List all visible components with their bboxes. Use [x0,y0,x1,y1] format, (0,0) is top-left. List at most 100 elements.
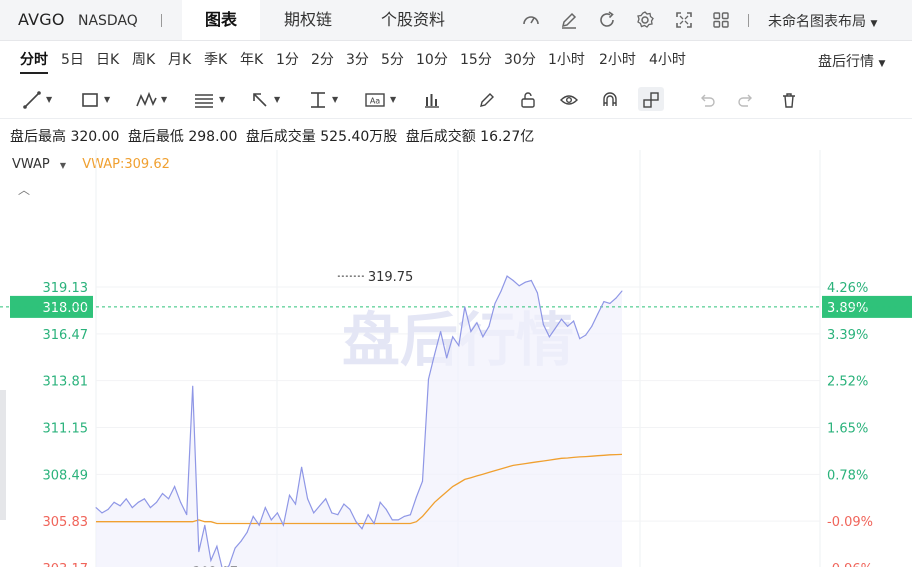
period-item[interactable]: 2小时 [599,49,636,69]
price-point [264,507,266,509]
session-selector[interactable]: 盘后行情 ▼ [818,51,885,71]
period-item[interactable]: 分时 [20,49,48,69]
price-point [409,514,411,516]
price-point [464,306,466,308]
drawing-toolbar: ▼ ▼ ▼ ▼ ▼ ▼ Aa ▼ [0,80,912,119]
pencil-icon[interactable] [559,10,579,30]
price-point [446,357,448,359]
current-percent-text: 3.89% [827,301,868,316]
eye-icon[interactable] [559,87,579,111]
divider [748,14,749,27]
tab-chart[interactable]: 图表 [182,0,260,40]
period-item[interactable]: 3分 [346,49,369,69]
price-point [174,485,176,488]
price-point [198,551,200,553]
y-tick-label-percent: -0.09% [827,515,873,530]
price-point [530,279,532,282]
price-point [301,466,303,468]
price-point [397,519,399,521]
lock-icon[interactable] [518,87,538,111]
price-point [488,325,490,327]
price-point [137,501,139,503]
price-point [204,524,206,526]
line-tool-icon[interactable]: ▼ [22,87,52,111]
high-value: 320.00 [70,129,120,145]
intraday-chart[interactable]: 盘后行情 319.13316.47313.81311.15308.49305.8… [0,150,912,567]
price-point [518,285,520,287]
price-point [246,531,248,533]
price-point [440,330,442,333]
period-item[interactable]: 月K [168,49,191,69]
price-point [101,512,103,514]
price-point [186,514,188,516]
gauge-icon[interactable] [521,10,541,30]
period-item[interactable]: 年K [240,49,263,69]
period-item[interactable]: 2分 [311,49,334,69]
period-item[interactable]: 15分 [460,49,492,69]
period-item[interactable]: 周K [132,49,155,69]
price-point [319,505,321,507]
current-price-text: 318.00 [43,301,89,316]
arrow-tool-icon[interactable]: ▼ [250,87,280,111]
low-label: 盘后最低 [127,129,184,145]
price-point [434,353,436,355]
magnet-icon[interactable] [600,87,620,111]
period-item[interactable]: 5日 [61,49,84,69]
price-point [458,345,460,347]
price-point [131,507,133,509]
price-point [452,336,454,338]
y-tick-label-price: 305.83 [43,515,89,530]
price-point [585,334,587,336]
price-point [506,275,508,277]
grid-icon[interactable] [711,10,731,30]
measure-tool-icon[interactable]: ▼ [308,87,338,111]
price-point [270,519,272,521]
price-point [313,512,315,514]
brush-icon[interactable] [477,87,497,111]
y-tick-label-percent: 1.65% [827,422,868,437]
after-hours-summary: 盘后最高 320.00 盘后最低 298.00 盘后成交量 525.40万股 盘… [10,126,534,146]
high-label: 盘后最高 [10,129,66,145]
price-point [149,507,151,509]
indicator-icon[interactable] [422,87,442,111]
price-point [288,494,291,496]
price-point [470,330,472,333]
undo-icon[interactable] [697,87,717,111]
layout-selector[interactable]: 未命名图表布局 ▼ [768,11,877,31]
max-price-label: 319.75 [368,270,414,285]
refresh-icon[interactable] [597,10,617,30]
redo-icon[interactable] [736,87,756,111]
gear-icon[interactable] [635,10,655,30]
price-point [95,507,97,509]
y-tick-label-percent: 4.26% [827,281,868,296]
period-item[interactable]: 4小时 [649,49,686,69]
fib-tool-icon[interactable]: ▼ [193,87,225,111]
tab-company-profile[interactable]: 个股资料 [362,0,464,40]
price-point [609,302,611,304]
fullscreen-icon[interactable] [674,10,694,30]
svg-text:Aa: Aa [370,96,380,105]
period-item[interactable]: 日K [96,49,119,69]
price-point [155,501,158,503]
link-icon[interactable] [638,87,664,111]
period-item[interactable]: 1小时 [548,49,585,69]
amount-label: 盘后成交额 [405,129,476,145]
price-point [282,524,284,526]
wave-tool-icon[interactable]: ▼ [135,87,167,111]
period-item[interactable]: 30分 [504,49,536,69]
period-item[interactable]: 10分 [416,49,448,69]
period-item[interactable]: 5分 [381,49,404,69]
period-item[interactable]: 季K [204,49,227,69]
price-point [554,327,557,329]
trash-icon[interactable] [779,87,799,111]
price-point [307,498,309,500]
text-tool-icon[interactable]: Aa ▼ [364,87,396,111]
rect-tool-icon[interactable]: ▼ [80,87,110,111]
y-tick-label-price: 313.81 [43,375,89,390]
y-tick-label-percent: 0.78% [827,468,868,483]
price-point [476,322,478,324]
tab-options-chain[interactable]: 期权链 [266,0,350,40]
y-tick-label-price: 308.49 [43,468,89,483]
period-item[interactable]: 1分 [276,49,299,69]
low-value: 298.00 [188,129,238,145]
